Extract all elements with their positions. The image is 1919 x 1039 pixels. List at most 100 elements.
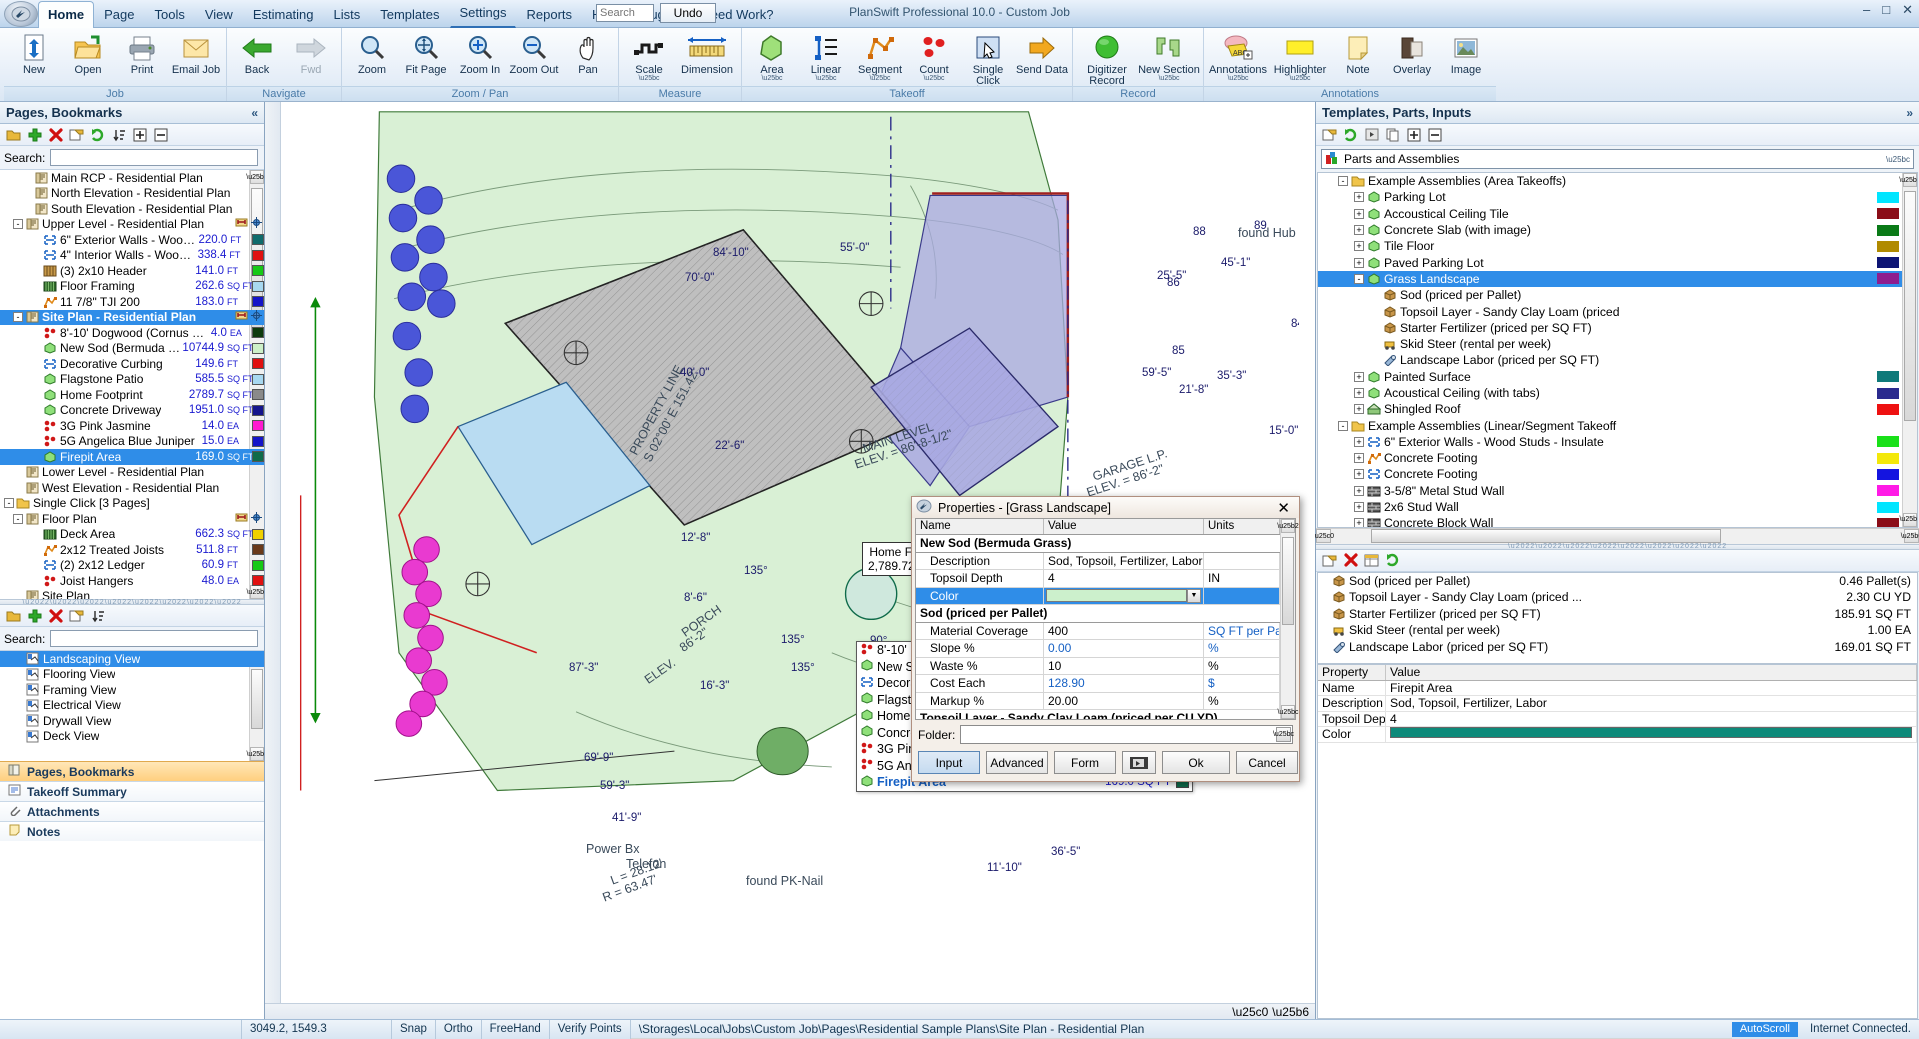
pages-tree-row[interactable]: Joist Hangers48.0EA [0,573,264,589]
count-dropdown-icon[interactable]: \u25bc [923,76,944,82]
pages-tree-row[interactable]: Site Plan [0,589,264,600]
dimension-button[interactable]: Dimension [676,30,738,76]
pages-tree-row[interactable]: West Elevation - Residential Plan [0,480,264,496]
scroll-down-icon[interactable]: \u25bc [1281,705,1295,719]
templates-tree-row[interactable]: Sod (priced per Pallet) [1318,287,1917,303]
annotations-dropdown-icon[interactable]: \u25bc [1227,76,1248,82]
pages-tree-row[interactable]: 11 7/8" TJI 200183.0FT [0,294,264,310]
close-icon[interactable]: ✕ [1272,499,1295,517]
pages-tree-row[interactable]: 5G Angelica Blue Juniper15.0EA [0,434,264,450]
pages-tree-row[interactable]: -Single Click [3 Pages] [0,496,264,512]
ok-button[interactable]: Ok [1162,751,1230,774]
pages-tree-row[interactable]: Home Footprint2789.7SQ FT [0,387,264,403]
pages-tree-row[interactable]: -Site Plan - Residential Plan [0,310,264,326]
pages-tree-row[interactable]: Flagstone Patio585.5SQ FT [0,372,264,388]
pages-tree-row[interactable]: Deck Area662.3SQ FT [0,527,264,543]
property-table-row[interactable]: DescriptionSod, Topsoil, Fertilizer, Lab… [1318,696,1917,712]
property-color-cell[interactable] [1386,727,1917,742]
pages-tree-row[interactable]: 8'-10' Dogwood (Cornus Florida)4.0EA [0,325,264,341]
tree-expander-icon[interactable]: - [13,514,23,524]
tree-expander-icon[interactable]: + [1354,372,1364,382]
refresh-icon[interactable] [90,127,105,142]
print-button[interactable]: Print [115,30,169,76]
templates-tree-row[interactable]: Topsoil Layer - Sandy Clay Loam (priced [1318,303,1917,319]
properties-row[interactable]: Topsoil Depth4IN [916,570,1280,588]
fit-page-button[interactable]: Fit Page [399,30,453,76]
parts-source-select[interactable]: Parts and Assemblies \u25bc [1321,149,1914,169]
open-folder-icon[interactable] [6,608,21,623]
tree-expander-icon[interactable]: + [1354,437,1364,447]
view-list-item[interactable]: Flooring View [0,667,264,683]
pages-tree-row[interactable]: 6" Exterior Walls - Wood Stu...220.0FT [0,232,264,248]
cancel-button[interactable]: Cancel [1236,751,1298,774]
templates-tree-row[interactable]: +Accoustical Ceiling Tile [1318,206,1917,222]
scale-badge-icon[interactable] [235,310,248,324]
properties-row[interactable]: Material Coverage400SQ FT per Pallet [916,623,1280,641]
scroll-up-icon[interactable]: \u25b2 [1903,173,1917,187]
pages-tree-row[interactable]: North Elevation - Residential Plan [0,186,264,202]
sort-icon[interactable] [111,127,126,142]
right-panel-collapse-icon[interactable]: » [1906,106,1913,120]
properties-row-value[interactable]: 400 [1044,623,1204,640]
tree-expander-icon[interactable]: + [1354,388,1364,398]
add-icon[interactable] [27,127,42,142]
properties-row[interactable]: DescriptionSod, Topsoil, Fertilizer, Lab… [916,553,1280,571]
tree-expander-icon[interactable]: + [1354,486,1364,496]
templates-tree-row[interactable]: -Example Assemblies (Area Takeoffs) [1318,173,1917,189]
scale-badge-icon[interactable] [235,512,248,526]
pages-tree-row[interactable]: Firepit Area169.0SQ FT [0,449,264,465]
tree-expander-icon[interactable]: + [1354,225,1364,235]
ruler-right-arrow-icon[interactable]: \u25b6 [1272,1005,1315,1019]
templates-tree-row[interactable]: -Grass Landscape [1318,271,1917,287]
form-tab-button[interactable]: Form [1054,751,1116,774]
view-list-item[interactable]: Drywall View [0,713,264,729]
view-list-item[interactable]: Framing View [0,682,264,698]
tree-expander-icon[interactable]: - [4,498,14,508]
status-freehand[interactable]: FreeHand [482,1020,550,1039]
properties-icon[interactable] [69,608,84,623]
status-ortho[interactable]: Ortho [436,1020,482,1039]
templates-scrollbar[interactable]: \u25b2 \u25bc [1902,173,1917,527]
pages-tree-row[interactable]: South Elevation - Residential Plan [0,201,264,217]
parts-list-row[interactable]: Skid Steer (rental per week)1.00 EA [1318,622,1917,639]
grid-icon[interactable] [1364,553,1379,568]
zoom-out-button[interactable]: Zoom Out [507,30,561,76]
left-panel-collapse-icon[interactable]: « [251,106,258,120]
pages-tree-row[interactable]: (3) 2x10 Header141.0FT [0,263,264,279]
views-list[interactable]: \u25b2 \u25bc Landscaping ViewFlooring V… [0,651,264,761]
pages-tree-row[interactable]: 2x12 Treated Joists511.8FT [0,542,264,558]
pages-tree-row[interactable]: -Floor Plan [0,511,264,527]
minimize-button[interactable]: – [1863,3,1870,17]
add-icon[interactable] [27,608,42,623]
new-section-button[interactable]: New Section \u25bc [1138,30,1200,82]
tree-expander-icon[interactable]: + [1354,209,1364,219]
templates-tree-row[interactable]: +Concrete Footing [1318,450,1917,466]
templates-tree-row[interactable]: +Shingled Roof [1318,401,1917,417]
tree-expander-icon[interactable]: + [1354,469,1364,479]
dock-tab[interactable]: Attachments [0,801,264,821]
scroll-down-icon[interactable]: \u25bc [1903,513,1917,527]
image-button[interactable]: Image [1439,30,1493,76]
linear-takeoff-button[interactable]: Linear \u25bc [799,30,853,82]
properties-row[interactable]: Color▼ [916,588,1280,606]
parts-list-row[interactable]: Sod (priced per Pallet)0.46 Pallet(s) [1318,573,1917,590]
tree-expander-icon[interactable]: - [1338,421,1348,431]
status-snap[interactable]: Snap [392,1020,436,1039]
properties-grid[interactable]: Name Value Units New Sod (Bermuda Grass)… [915,518,1296,720]
count-takeoff-button[interactable]: Count \u25bc [907,30,961,82]
linear-dropdown-icon[interactable]: \u25bc [815,76,836,82]
scroll-thumb[interactable] [1904,191,1916,421]
property-table[interactable]: Property Value NameFirepit AreaDescripti… [1317,664,1918,1020]
area-takeoff-button[interactable]: Area \u25bc [745,30,799,82]
tree-expander-icon[interactable]: - [13,219,23,229]
highlighter-dropdown-icon[interactable]: \u25bc [1289,76,1310,82]
view-list-item[interactable]: Electrical View [0,698,264,714]
filmstrip-button[interactable] [1122,751,1156,774]
templates-tree-row[interactable]: +3-5/8" Metal Stud Wall [1318,483,1917,499]
property-table-row[interactable]: Color [1318,727,1917,743]
color-swatch[interactable] [1046,589,1187,602]
step-icon[interactable] [1364,127,1379,142]
templates-tree-row[interactable]: +6" Exterior Walls - Wood Studs - Insula… [1318,434,1917,450]
input-tab-button[interactable]: Input [918,751,980,774]
property-table-row[interactable]: NameFirepit Area [1318,681,1917,697]
